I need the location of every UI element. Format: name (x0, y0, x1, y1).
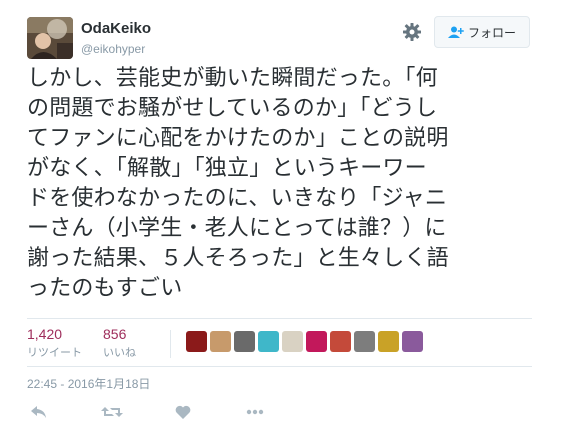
retweet-label: リツイート (27, 346, 82, 359)
follow-label: フォロー (467, 25, 516, 40)
liker-avatar[interactable] (234, 331, 255, 352)
retweet-count: 1,420 (27, 326, 63, 342)
display-name[interactable]: OdaKeiko (81, 20, 151, 37)
tweet-text: しかし、芸能史が動いた瞬間だった。「何 の問題でお騒がせしているのか」「どうし … (27, 66, 449, 301)
stats-separator (170, 330, 171, 358)
liker-avatar[interactable] (378, 331, 399, 352)
liker-avatars (186, 331, 423, 352)
add-person-icon (447, 26, 464, 38)
like-stat[interactable]: 856 いいね (103, 326, 136, 360)
more-icon[interactable] (243, 401, 267, 423)
liker-avatar[interactable] (402, 331, 423, 352)
like-count: 856 (103, 326, 127, 342)
liker-avatar[interactable] (330, 331, 351, 352)
liker-avatar[interactable] (258, 331, 279, 352)
user-handle[interactable]: @eikohyper (81, 42, 145, 56)
retweet-icon[interactable] (100, 401, 124, 423)
liker-avatar[interactable] (306, 331, 327, 352)
tweet-timestamp[interactable]: 22:45 - 2016年1月18日 (27, 375, 150, 392)
like-label: いいね (103, 346, 136, 359)
tweet-actions (27, 401, 327, 423)
divider-top (27, 318, 532, 319)
gear-icon[interactable] (402, 22, 422, 42)
heart-icon[interactable] (171, 401, 195, 423)
liker-avatar[interactable] (186, 331, 207, 352)
reply-icon[interactable] (27, 401, 51, 423)
liker-avatar[interactable] (354, 331, 375, 352)
avatar[interactable] (27, 17, 73, 59)
divider-middle (27, 366, 532, 367)
follow-button[interactable]: フォロー (434, 16, 530, 48)
liker-avatar[interactable] (210, 331, 231, 352)
retweet-stat[interactable]: 1,420 リツイート (27, 326, 82, 360)
liker-avatar[interactable] (282, 331, 303, 352)
